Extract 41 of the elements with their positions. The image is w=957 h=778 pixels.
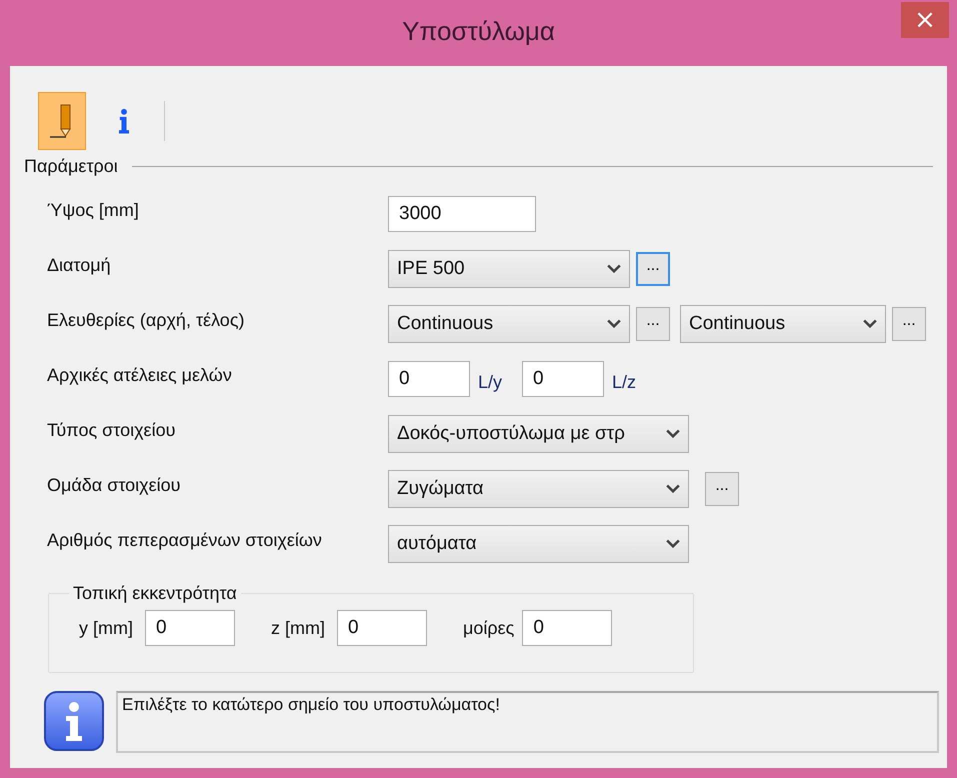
chevron-icon <box>666 484 680 494</box>
browse-button[interactable]: ... <box>636 307 670 341</box>
input-field[interactable]: 3000 <box>388 196 536 232</box>
browse-button[interactable]: ... <box>892 307 926 341</box>
section-title: Παράμετροι <box>24 156 118 177</box>
chevron-icon <box>666 539 680 549</box>
dropdown[interactable]: IPE 500 <box>388 250 630 288</box>
info-icon <box>44 691 104 751</box>
field-label: Ομάδα στοιχείου <box>47 474 182 496</box>
toolbar-button[interactable] <box>38 92 86 150</box>
window-title: Υποστύλωμα <box>402 16 555 46</box>
input-field[interactable]: 0 <box>337 610 427 646</box>
field-label: Ύψος [mm] <box>47 200 140 220</box>
input-field[interactable]: 0 <box>145 610 235 646</box>
field-label: Ελευθερίες (αρχή, τέλος) <box>47 310 246 330</box>
input-field[interactable]: 0 <box>522 361 604 397</box>
field-label: y [mm] <box>79 618 133 638</box>
close-button[interactable]: × <box>901 2 949 38</box>
chevron-icon <box>607 264 621 274</box>
unit-label: L/y <box>478 372 502 392</box>
browse-button[interactable]: ... <box>705 472 739 506</box>
dropdown[interactable]: Continuous <box>680 305 886 343</box>
chevron-icon <box>863 319 877 329</box>
dropdown[interactable]: Continuous <box>388 305 630 343</box>
field-label: Τύπος στοιχείου <box>47 420 176 440</box>
dropdown[interactable]: Δοκός-υποστύλωμα με στρ <box>388 415 689 453</box>
field-label: Διατομή <box>47 254 112 276</box>
field-label: z [mm] <box>271 618 325 638</box>
field-label: Αριθμός πεπερασμένων στοιχείων <box>47 530 323 550</box>
input-field[interactable]: 0 <box>522 610 612 646</box>
unit-label: L/z <box>612 372 636 392</box>
chevron-icon <box>666 429 680 439</box>
dropdown[interactable]: αυτόματα <box>388 525 689 563</box>
field-label: μοίρες <box>463 618 514 638</box>
field-label: Αρχικές ατέλειες μελών <box>47 364 233 386</box>
input-field[interactable]: 0 <box>388 361 470 397</box>
group-title: Τοπική εκκεντρότητα <box>72 583 238 604</box>
browse-button[interactable]: ... <box>636 252 670 286</box>
chevron-icon <box>607 319 621 329</box>
dropdown[interactable]: Ζυγώματα <box>388 470 689 508</box>
message-box: Επιλέξτε το κατώτερο σημείο του υποστυλώματος! <box>116 691 939 753</box>
